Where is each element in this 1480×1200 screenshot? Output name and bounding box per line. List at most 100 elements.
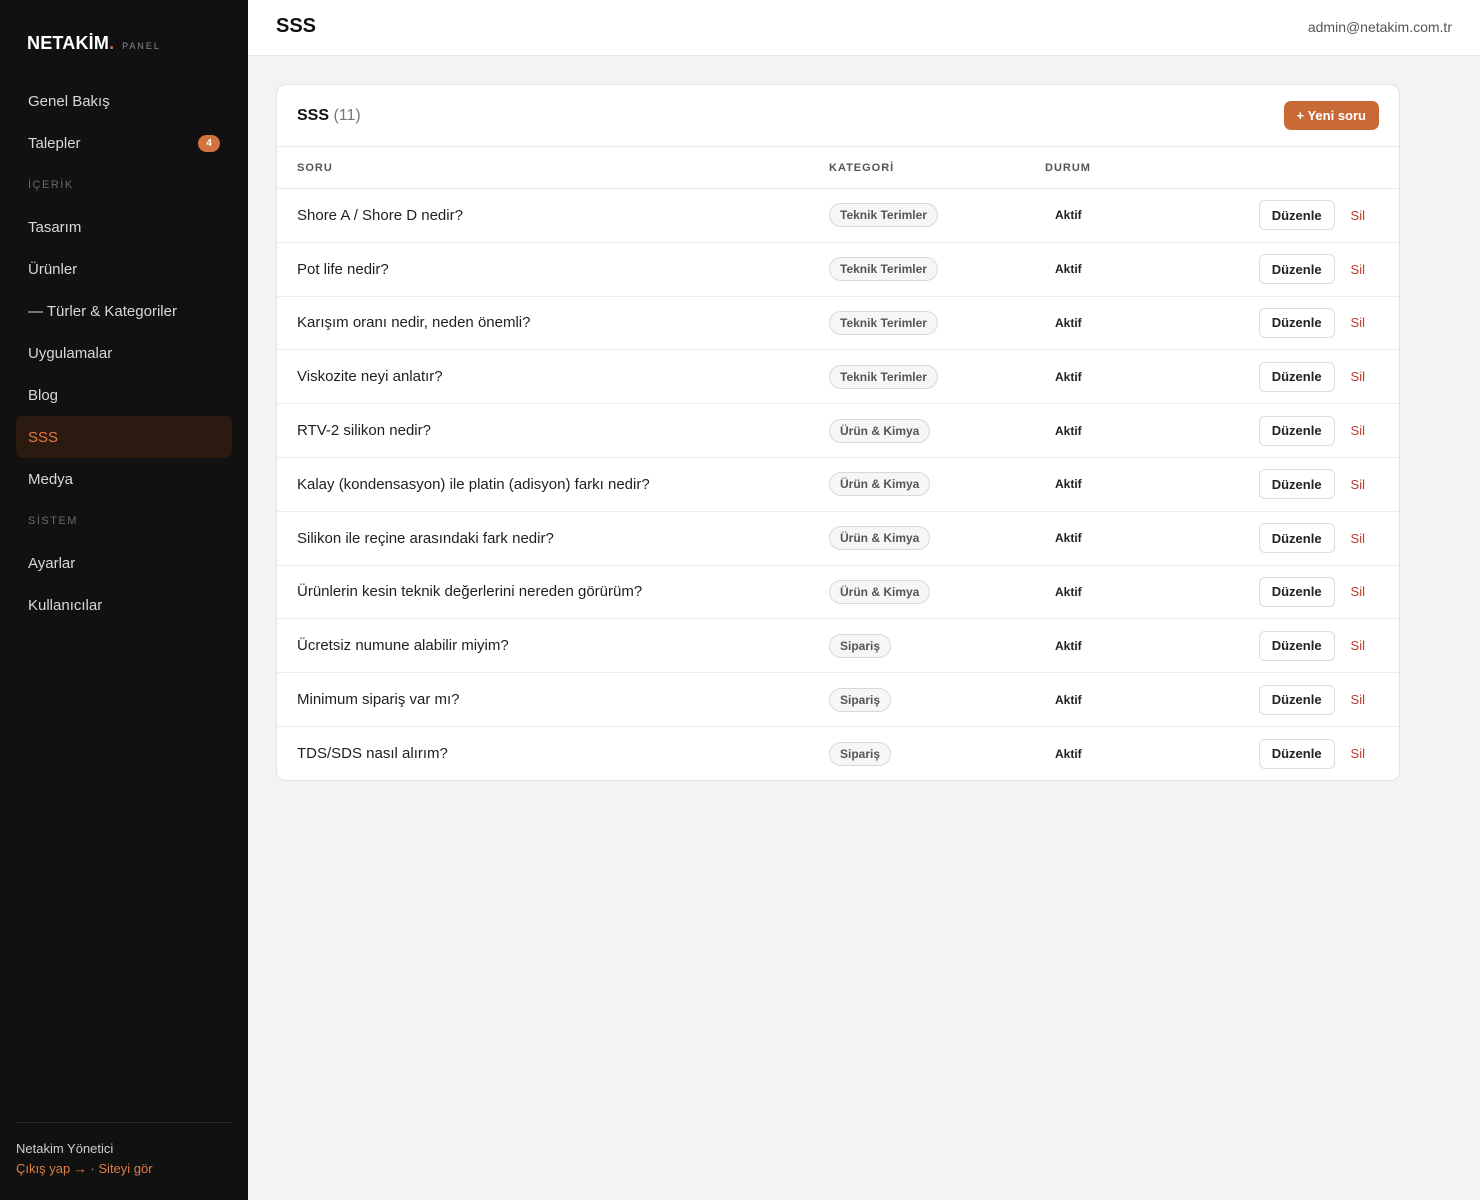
delete-link[interactable]: Sil — [1351, 638, 1365, 653]
brand-tag: PANEL — [122, 41, 161, 51]
category-badge: Sipariş — [829, 687, 892, 712]
sidebar-item-label: Blog — [28, 386, 59, 404]
edit-button[interactable]: Düzenle — [1258, 361, 1335, 392]
sidebar-item[interactable]: Medya — [16, 458, 232, 500]
category-cell: Teknik Terimler — [829, 310, 1045, 335]
sidebar-item[interactable]: Genel Bakış — [16, 80, 232, 122]
status-cell: Aktif — [1045, 314, 1235, 332]
sidebar: NETAKİM. PANEL Genel Bakış Talepler 4 İÇERİ… — [0, 0, 248, 1200]
sidebar-item[interactable]: — Türler & Kategoriler — [16, 290, 232, 332]
question-text: RTV-2 silikon nedir? — [297, 422, 431, 440]
question-text: Shore A / Shore D nedir? — [297, 206, 463, 224]
edit-button[interactable]: Düzenle — [1258, 576, 1335, 607]
sidebar-item[interactable]: Ayarlar — [16, 542, 232, 584]
sidebar-item-label: Uygulamalar — [28, 344, 113, 362]
row-actions: Düzenle Sil — [1235, 307, 1399, 338]
sidebar-item-label: Medya — [28, 470, 74, 488]
edit-button[interactable]: Düzenle — [1258, 523, 1335, 554]
category-badge: Ürün & Kimya — [829, 579, 931, 604]
row-actions: Düzenle Sil — [1235, 254, 1399, 285]
card-title: SSS (11) — [297, 107, 361, 125]
question-text: Viskozite neyi anlatır? — [297, 368, 443, 386]
question-text: Pot life nedir? — [297, 260, 389, 278]
status-cell: Aktif — [1045, 583, 1235, 601]
category-badge: Teknik Terimler — [829, 257, 938, 282]
view-site-link[interactable]: Siteyi gör — [98, 1161, 152, 1176]
delete-link[interactable]: Sil — [1351, 315, 1365, 330]
sidebar-item[interactable]: Blog — [16, 374, 232, 416]
category-badge: Sipariş — [829, 741, 892, 766]
question-text: Karışım oranı nedir, neden önemli? — [297, 314, 531, 332]
status-label: Aktif — [1055, 208, 1082, 223]
footer-user-name: Netakim Yönetici — [16, 1141, 114, 1156]
notification-badge: 4 — [198, 134, 220, 152]
edit-button[interactable]: Düzenle — [1258, 469, 1335, 500]
question-text: Ürünlerin kesin teknik değerlerini nered… — [297, 583, 643, 601]
sidebar-item-label: — Türler & Kategoriler — [28, 302, 177, 320]
row-actions: Düzenle Sil — [1235, 738, 1399, 769]
question-text: Kalay (kondensasyon) ile platin (adisyon… — [297, 475, 650, 493]
edit-button[interactable]: Düzenle — [1258, 200, 1335, 231]
category-cell: Ürün & Kimya — [829, 418, 1045, 443]
sidebar-item-label: Ayarlar — [28, 554, 76, 572]
delete-link[interactable]: Sil — [1351, 423, 1365, 438]
status-label: Aktif — [1055, 584, 1082, 599]
category-cell: Sipariş — [829, 633, 1045, 658]
category-badge: Teknik Terimler — [829, 310, 938, 335]
delete-link[interactable]: Sil — [1351, 746, 1365, 761]
status-cell: Aktif — [1045, 691, 1235, 709]
row-actions: Düzenle Sil — [1235, 469, 1399, 500]
page-title: SSS — [276, 15, 317, 37]
nav-section-heading: SİSTEM — [28, 515, 78, 527]
edit-button[interactable]: Düzenle — [1258, 630, 1335, 661]
status-cell: Aktif — [1045, 422, 1235, 440]
edit-button[interactable]: Düzenle — [1258, 738, 1335, 769]
delete-link[interactable]: Sil — [1351, 477, 1365, 492]
delete-link[interactable]: Sil — [1351, 692, 1365, 707]
delete-link[interactable]: Sil — [1351, 531, 1365, 546]
row-actions: Düzenle Sil — [1235, 415, 1399, 446]
sidebar-item-label: Talepler — [28, 134, 81, 152]
footer-separator: · — [90, 1161, 95, 1176]
category-cell: Ürün & Kimya — [829, 472, 1045, 497]
logout-link[interactable]: Çıkış yap → — [16, 1161, 87, 1176]
sidebar-item[interactable]: Uygulamalar — [16, 332, 232, 374]
edit-button[interactable]: Düzenle — [1258, 307, 1335, 338]
sidebar-item[interactable]: Ürünler — [16, 248, 232, 290]
category-cell: Ürün & Kimya — [829, 526, 1045, 551]
delete-link[interactable]: Sil — [1351, 208, 1365, 223]
sidebar-footer: Netakim Yönetici Çıkış yap → · Siteyi gö… — [16, 1122, 232, 1176]
delete-link[interactable]: Sil — [1351, 584, 1365, 599]
question-text: Minimum sipariş var mı? — [297, 691, 460, 709]
row-actions: Düzenle Sil — [1235, 630, 1399, 661]
table-row: Pot life nedir? Teknik Terimler Aktif Düzen… — [277, 243, 1399, 297]
sidebar-item[interactable]: Talepler 4 — [16, 122, 232, 164]
status-cell: Aktif — [1045, 206, 1235, 224]
column-header-question: SORU — [297, 161, 333, 174]
edit-button[interactable]: Düzenle — [1258, 254, 1335, 285]
table-row: Ürünlerin kesin teknik değerlerini nered… — [277, 566, 1399, 620]
edit-button[interactable]: Düzenle — [1258, 684, 1335, 715]
category-badge: Teknik Terimler — [829, 203, 938, 228]
brand-dot: . — [109, 33, 115, 53]
user-email[interactable]: admin@netakim.com.tr — [1308, 19, 1452, 35]
delete-link[interactable]: Sil — [1351, 369, 1365, 384]
table-header: SORU KATEGORİ DURUM — [277, 147, 1399, 189]
edit-button[interactable]: Düzenle — [1258, 415, 1335, 446]
status-cell: Aktif — [1045, 260, 1235, 278]
status-label: Aktif — [1055, 531, 1082, 546]
sidebar-item[interactable]: SSS — [16, 416, 232, 458]
delete-link[interactable]: Sil — [1351, 262, 1365, 277]
category-cell: Teknik Terimler — [829, 203, 1045, 228]
new-question-button[interactable]: + Yeni soru — [1283, 101, 1379, 130]
sidebar-item[interactable]: Tasarım — [16, 206, 232, 248]
brand-logo[interactable]: NETAKİM. PANEL — [27, 33, 161, 54]
category-cell: Ürün & Kimya — [829, 579, 1045, 604]
sidebar-item[interactable]: Kullanıcılar — [16, 584, 232, 626]
category-cell: Sipariş — [829, 741, 1045, 766]
table-row: Karışım oranı nedir, neden önemli? Teknik… — [277, 297, 1399, 351]
row-actions: Düzenle Sil — [1235, 684, 1399, 715]
row-actions: Düzenle Sil — [1235, 523, 1399, 554]
faq-card: SSS (11) + Yeni soru SORU KATEGORİ DURUM… — [276, 84, 1400, 781]
question-text: TDS/SDS nasıl alırım? — [297, 745, 448, 763]
